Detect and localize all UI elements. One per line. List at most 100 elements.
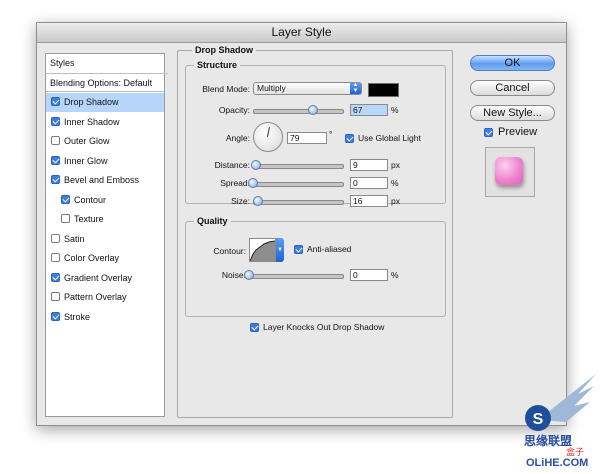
preview-box (485, 147, 535, 197)
style-item-label: Texture (74, 214, 104, 224)
new-style-button[interactable]: New Style... (470, 105, 555, 121)
style-item-bevel-and-emboss[interactable]: Bevel and Emboss (46, 171, 164, 190)
blend-mode-value: Multiply (257, 83, 286, 93)
style-item-inner-glow[interactable]: Inner Glow (46, 152, 164, 171)
distance-unit: px (391, 160, 400, 170)
spread-slider[interactable] (253, 182, 344, 187)
blend-mode-label: Blend Mode: (202, 84, 250, 94)
preview-checkbox[interactable] (484, 128, 493, 137)
style-item-texture[interactable]: Texture (46, 210, 164, 229)
distance-input[interactable]: 9 (350, 159, 388, 171)
style-item-drop-shadow[interactable]: Drop Shadow (46, 93, 164, 112)
structure-group: Structure Blend Mode: Multiply ▲ ▼ Opacit… (185, 60, 446, 207)
style-item-outer-glow[interactable]: Outer Glow (46, 132, 164, 151)
preview-label: Preview (498, 126, 538, 138)
angle-input[interactable]: 79 (287, 132, 327, 144)
noise-slider[interactable] (249, 274, 344, 279)
quality-legend: Quality (194, 216, 231, 226)
style-item-checkbox[interactable] (51, 116, 60, 126)
style-item-checkbox[interactable] (61, 214, 70, 223)
noise-unit: % (391, 270, 399, 280)
style-item-label: Drop Shadow (64, 97, 119, 107)
style-item-checkbox[interactable] (61, 194, 70, 204)
opacity-input[interactable]: 67 (350, 104, 388, 116)
style-item-label: Gradient Overlay (64, 272, 133, 283)
style-item-checkbox[interactable] (51, 311, 60, 321)
distance-label: Distance: (214, 160, 250, 170)
style-item-checkbox[interactable] (51, 155, 60, 165)
style-item-label: Stroke (64, 311, 91, 322)
angle-label: Angle: (225, 133, 250, 143)
svg-text:S: S (533, 411, 544, 428)
watermark-text-bottom: OLiHE.COM (526, 457, 589, 469)
use-global-light-label: Use Global Light (358, 133, 421, 143)
angle-unit: ° (329, 129, 333, 139)
knockout-label: Layer Knocks Out Drop Shadow (263, 322, 385, 332)
style-item-checkbox[interactable] (51, 233, 60, 243)
style-item-checkbox[interactable] (51, 136, 60, 145)
style-item-checkbox[interactable] (51, 272, 60, 282)
styles-list: Styles Blending Options: Default Drop Sh… (45, 53, 168, 417)
opacity-label: Opacity: (218, 105, 250, 115)
size-slider[interactable] (253, 200, 344, 205)
style-item-label: Inner Glow (64, 155, 108, 166)
watermark-text-top: 思缘联盟 (524, 434, 573, 448)
preview-swatch (495, 157, 523, 185)
noise-slider-thumb[interactable] (244, 270, 254, 280)
style-item-label: Bevel and Emboss (64, 175, 140, 185)
style-item-inner-shadow[interactable]: Inner Shadow (46, 113, 164, 132)
style-item-checkbox[interactable] (51, 292, 60, 301)
updown-arrows-icon: ▲ ▼ (350, 82, 361, 94)
spread-unit: % (391, 178, 399, 188)
contour-label: Contour: (213, 246, 246, 256)
spread-label: Spread: (220, 178, 250, 188)
structure-legend: Structure (194, 60, 241, 70)
quality-group: Quality Contour: ▼ Anti-aliased Noise: 0… (185, 216, 446, 317)
noise-input[interactable]: 0 (350, 269, 388, 281)
cancel-button[interactable]: Cancel (470, 80, 555, 96)
styles-list-header[interactable]: Styles (46, 54, 168, 74)
size-input[interactable]: 16 (350, 195, 388, 207)
dialog-title: Layer Style (37, 23, 566, 43)
distance-slider[interactable] (253, 164, 344, 169)
ok-button[interactable]: OK (470, 55, 555, 71)
anti-aliased-checkbox[interactable] (294, 245, 303, 254)
style-item-label: Color Overlay (64, 253, 120, 263)
spread-slider-thumb[interactable] (248, 178, 258, 188)
style-item-label: Outer Glow (64, 136, 110, 146)
watermark-logo: S 思缘联盟 盒子 OLiHE.COM (508, 372, 598, 472)
opacity-slider-thumb[interactable] (307, 105, 318, 115)
noise-label: Noise: (221, 270, 246, 280)
contour-curve-icon (249, 240, 276, 262)
distance-slider-thumb[interactable] (250, 160, 261, 170)
size-unit: px (391, 196, 400, 206)
style-item-checkbox[interactable] (51, 97, 60, 106)
opacity-unit: % (391, 105, 399, 115)
style-item-checkbox[interactable] (51, 175, 60, 184)
opacity-slider[interactable] (253, 109, 344, 114)
shadow-color-swatch[interactable] (368, 83, 399, 97)
style-item-checkbox[interactable] (51, 253, 60, 262)
blend-mode-select[interactable]: Multiply ▲ ▼ (253, 82, 362, 95)
knockout-checkbox[interactable] (250, 323, 259, 332)
style-item-satin[interactable]: Satin (46, 230, 164, 249)
style-item-gradient-overlay[interactable]: Gradient Overlay (46, 269, 164, 288)
use-global-light-checkbox[interactable] (345, 134, 354, 143)
anti-aliased-label: Anti-aliased (307, 244, 352, 254)
style-item-color-overlay[interactable]: Color Overlay (46, 249, 164, 268)
contour-picker[interactable] (249, 238, 276, 262)
style-item-label: Pattern Overlay (64, 292, 127, 302)
angle-dial[interactable] (253, 122, 283, 152)
style-item-label: Contour (74, 194, 107, 205)
contour-dropdown-arrow-icon[interactable]: ▼ (276, 238, 284, 262)
style-item-stroke[interactable]: Stroke (46, 308, 164, 327)
panel-title: Drop Shadow (192, 45, 256, 55)
style-item-label: Inner Shadow (64, 116, 120, 127)
layer-style-dialog: Layer Style Styles Blending Options: Def… (36, 22, 567, 426)
drop-shadow-panel: Drop Shadow Structure Blend Mode: Multip… (177, 45, 453, 418)
style-item-contour[interactable]: Contour (46, 191, 164, 210)
spread-input[interactable]: 0 (350, 177, 388, 189)
style-item-pattern-overlay[interactable]: Pattern Overlay (46, 288, 164, 307)
angle-dial-hand (267, 127, 270, 138)
blending-options-item[interactable]: Blending Options: Default (46, 73, 164, 92)
